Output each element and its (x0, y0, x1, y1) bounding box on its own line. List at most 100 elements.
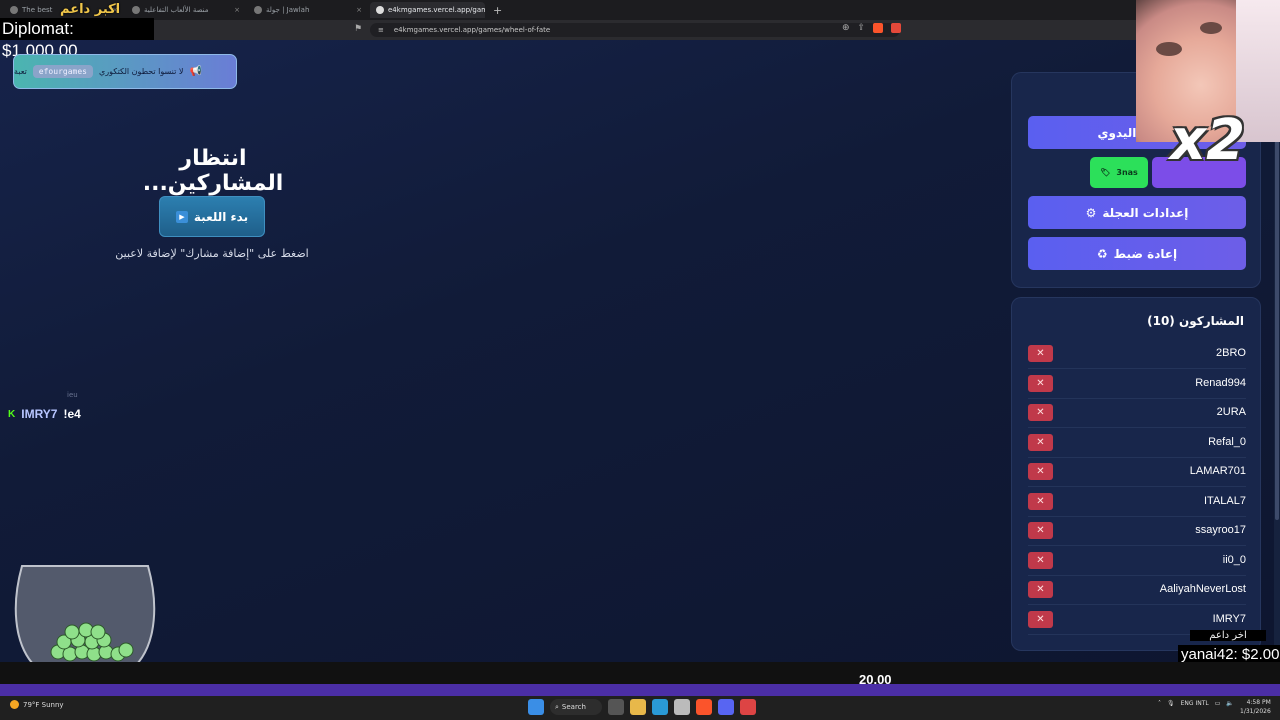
tab-title: منصة الألعاب التفاعلية (144, 6, 209, 14)
participant-name: Refal_0 (1208, 435, 1246, 448)
remove-participant-button[interactable]: ✕ (1028, 551, 1053, 569)
language-indicator[interactable]: ENG INTL (1181, 700, 1209, 707)
participant-row: ✕ 2BRO (1028, 339, 1246, 369)
zoom-icon[interactable]: ⊕ (842, 23, 850, 33)
category-toast: لا تنسوا تحطون الكتكوري efourgames تعبة … (13, 54, 237, 89)
participants-panel: المشاركون (10) ✕ 2BRO ✕ Renad994 ✕ 2URA ✕ Refal… (1011, 297, 1261, 651)
address-icons: ⊕ ⇪ (842, 23, 902, 33)
toast-suffix: تعبة (14, 67, 27, 76)
close-icon[interactable]: × (356, 6, 362, 14)
participants-title: المشاركون (10) (1147, 314, 1244, 328)
browser-tab[interactable]: جولة | Jawlah × (248, 2, 368, 18)
clock-date: 1/31/2026 (1240, 708, 1271, 715)
site-settings-icon[interactable]: ≡ (378, 26, 384, 34)
top-donor-label: اكبر داعم (60, 2, 121, 17)
start-game-button[interactable]: بدء اللعبة ▶ (159, 196, 265, 237)
tab-favicon-icon (376, 6, 384, 14)
windows-start-icon[interactable] (528, 699, 544, 715)
goal-bar-background (0, 662, 1280, 684)
mic-icon[interactable]: 🎙 (1167, 700, 1175, 707)
rewards-icon[interactable] (891, 23, 902, 33)
x2-multiplier-label: x2 (1170, 108, 1246, 173)
participant-name: 2BRO (1216, 347, 1246, 359)
green-button-label: 3nas (1116, 168, 1138, 177)
browser-tab[interactable]: منصة الألعاب التفاعلية × (126, 2, 246, 18)
remove-participant-button[interactable]: ✕ (1028, 522, 1053, 539)
participant-name: AaliyahNeverLost (1159, 583, 1246, 595)
participant-row: ✕ 2URA (1028, 398, 1246, 428)
megaphone-icon: 📢 (189, 66, 202, 77)
volume-icon[interactable]: 🔈 (1226, 700, 1233, 707)
participant-name: ITALAL7 (1204, 494, 1246, 507)
browser-tab-bar: The best × منصة الألعاب التفاعلية × جولة |… (0, 0, 1280, 20)
tab-favicon-icon (132, 6, 140, 14)
weather-text: 79°F Sunny (23, 700, 64, 709)
address-bar: ⚑ ≡ e4kmgames.vercel.app/games/wheel-of-… (0, 20, 1280, 40)
edge-icon[interactable] (652, 699, 668, 715)
kick-icon: K (8, 408, 16, 420)
remove-participant-button[interactable]: ✕ (1028, 433, 1053, 451)
participant-name: IMRY7 (1212, 612, 1246, 625)
discord-icon[interactable] (718, 699, 734, 715)
participant-row: ✕ ssayroo17 (1028, 516, 1246, 546)
close-icon[interactable]: × (234, 6, 240, 14)
url-field[interactable]: ≡ e4kmgames.vercel.app/games/wheel-of-fa… (370, 23, 900, 37)
browser-tab-active[interactable]: e4kmgames.vercel.app/games/w× (370, 2, 485, 18)
bookmark-icon[interactable]: ⚑ (354, 24, 362, 34)
remove-participant-button[interactable]: ✕ (1028, 345, 1053, 362)
search-icon: ⌕ (555, 702, 559, 711)
participant-name: Renad994 (1195, 376, 1246, 389)
store-icon[interactable] (674, 699, 690, 715)
windows-taskbar: 79°F Sunny ⌕ Search ˄ 🎙 ENG INTL ▭ 🔈 4:58… (0, 696, 1280, 720)
reset-button[interactable]: إعادة ضبط ♻ (1028, 237, 1246, 270)
last-donor-label: اخر داعم (1190, 630, 1266, 641)
share-icon[interactable]: ⇪ (858, 23, 866, 33)
remove-participant-button[interactable]: ✕ (1028, 581, 1053, 598)
taskbar-search[interactable]: ⌕ Search (550, 699, 602, 715)
new-tab-button[interactable]: + (487, 4, 508, 17)
tab-favicon-icon (10, 6, 18, 14)
toast-text: لا تنسوا تحطون الكتكوري (98, 67, 184, 76)
obs-icon[interactable] (740, 699, 756, 715)
task-view-icon[interactable] (608, 699, 624, 715)
search-label: Search (561, 703, 586, 711)
webcam-detail (1200, 22, 1222, 34)
participant-row: ✕ ITALAL7 (1028, 487, 1246, 517)
system-tray: ˄ 🎙 ENG INTL ▭ 🔈 (1158, 700, 1234, 707)
participant-name: LAMAR701 (1189, 465, 1246, 477)
chevron-up-icon[interactable]: ˄ (1158, 700, 1161, 707)
participant-name: 2URA (1216, 406, 1246, 418)
network-icon[interactable]: ▭ (1215, 700, 1221, 707)
remove-participant-button[interactable]: ✕ (1028, 404, 1053, 421)
participant-row: ✕ AaliyahNeverLost (1028, 575, 1246, 605)
waiting-title: انتظار المشاركين... (142, 146, 284, 196)
remove-participant-button[interactable]: ✕ (1028, 610, 1053, 628)
brave-shield-icon[interactable] (873, 23, 884, 33)
chat-username: IMRY7 (21, 407, 58, 421)
play-icon: ▶ (175, 210, 188, 223)
tab-title: جولة | Jawlah (266, 6, 310, 14)
wheel-settings-button[interactable]: إعدادات العجلة ⚙ (1028, 196, 1246, 229)
chat-small-text: ieu (67, 391, 78, 399)
url-text: e4kmgames.vercel.app/games/wheel-of-fate (393, 26, 551, 34)
tab-title: e4kmgames.vercel.app/games/w (388, 6, 485, 14)
reset-label: إعادة ضبط (1113, 246, 1178, 261)
participant-row: ✕ Renad994 (1028, 369, 1246, 399)
tab-title: The best (22, 6, 53, 14)
participant-row: ✕ LAMAR701 (1028, 457, 1246, 487)
brave-icon[interactable] (696, 699, 712, 715)
3nas-button[interactable]: 3nas 🏷 (1090, 157, 1148, 188)
remove-participant-button[interactable]: ✕ (1028, 463, 1053, 480)
participant-row: ✕ ii0_0 (1028, 546, 1246, 576)
add-participant-hint: اضغط على "إضافة مشارك" لإضافة لاعبين (115, 247, 309, 260)
taskbar-apps: ⌕ Search (528, 699, 756, 715)
goal-progress-bar (0, 684, 1280, 696)
file-explorer-icon[interactable] (630, 699, 646, 715)
tag-icon: 🏷 (1100, 168, 1111, 177)
taskbar-clock[interactable]: 4:58 PM 1/31/2026 (1240, 698, 1271, 716)
weather-widget[interactable]: 79°F Sunny (10, 700, 64, 709)
remove-participant-button[interactable]: ✕ (1028, 374, 1053, 392)
remove-participant-button[interactable]: ✕ (1028, 492, 1053, 510)
chat-message: K IMRY7 !e4 (8, 407, 81, 421)
toast-code: efourgames (32, 65, 93, 78)
